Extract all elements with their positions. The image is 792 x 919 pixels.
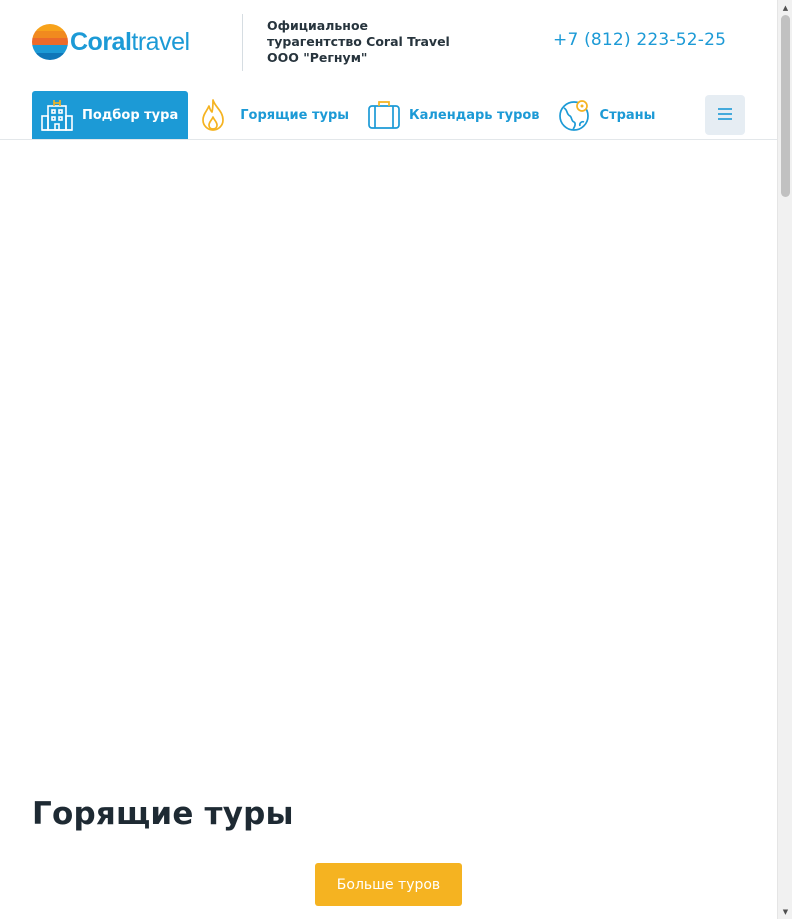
- scroll-up-arrow-icon[interactable]: ▲: [778, 0, 792, 15]
- nav-item-tour-calendar[interactable]: Календарь туров: [359, 91, 550, 139]
- globe-pin-icon: [558, 98, 592, 132]
- page-scrollbar[interactable]: ▲ ▼: [777, 0, 792, 919]
- agency-line-2: турагентство Coral Travel: [267, 34, 450, 49]
- suitcase-icon: [367, 98, 401, 132]
- hamburger-menu-icon: [717, 106, 733, 125]
- agency-line-1: Официальное: [267, 18, 369, 33]
- agency-info: Официальное турагентство Coral Travel ОО…: [267, 18, 467, 66]
- agency-line-3: ООО "Регнум": [267, 50, 368, 65]
- nav-label-tour-calendar: Календарь туров: [409, 107, 540, 123]
- hot-tours-heading: Горящие туры: [32, 796, 294, 832]
- flame-icon: [196, 98, 230, 132]
- nav-label-hot-tours: Горящие туры: [240, 107, 350, 123]
- coral-sunset-logo-icon: [32, 24, 68, 60]
- logo-word-travel: travel: [131, 27, 190, 56]
- logo-wordmark: Coraltravel: [70, 27, 190, 56]
- header-divider: [242, 14, 243, 71]
- nav-item-hot-tours[interactable]: Горящие туры: [188, 91, 359, 139]
- site-header: Coraltravel Официальное турагентство Cor…: [0, 0, 777, 140]
- main-nav: Подбор тура Горящие туры Календарь туров…: [32, 91, 665, 139]
- logo-word-coral: Coral: [70, 27, 132, 56]
- scrollbar-thumb[interactable]: [781, 15, 790, 197]
- nav-label-countries: Страны: [599, 107, 656, 123]
- nav-item-countries[interactable]: Страны: [550, 91, 666, 139]
- page-viewport: Coraltravel Официальное турагентство Cor…: [0, 0, 777, 919]
- menu-button[interactable]: [705, 95, 745, 135]
- coral-travel-logo[interactable]: Coraltravel: [32, 22, 204, 62]
- more-tours-button[interactable]: Больше туров: [315, 863, 462, 906]
- hotel-building-icon: [40, 98, 74, 132]
- scroll-down-arrow-icon[interactable]: ▼: [778, 904, 792, 919]
- phone-link[interactable]: +7 (812) 223-52-25: [553, 30, 726, 50]
- nav-item-tour-search[interactable]: Подбор тура: [32, 91, 189, 139]
- nav-label-tour-search: Подбор тура: [82, 107, 179, 123]
